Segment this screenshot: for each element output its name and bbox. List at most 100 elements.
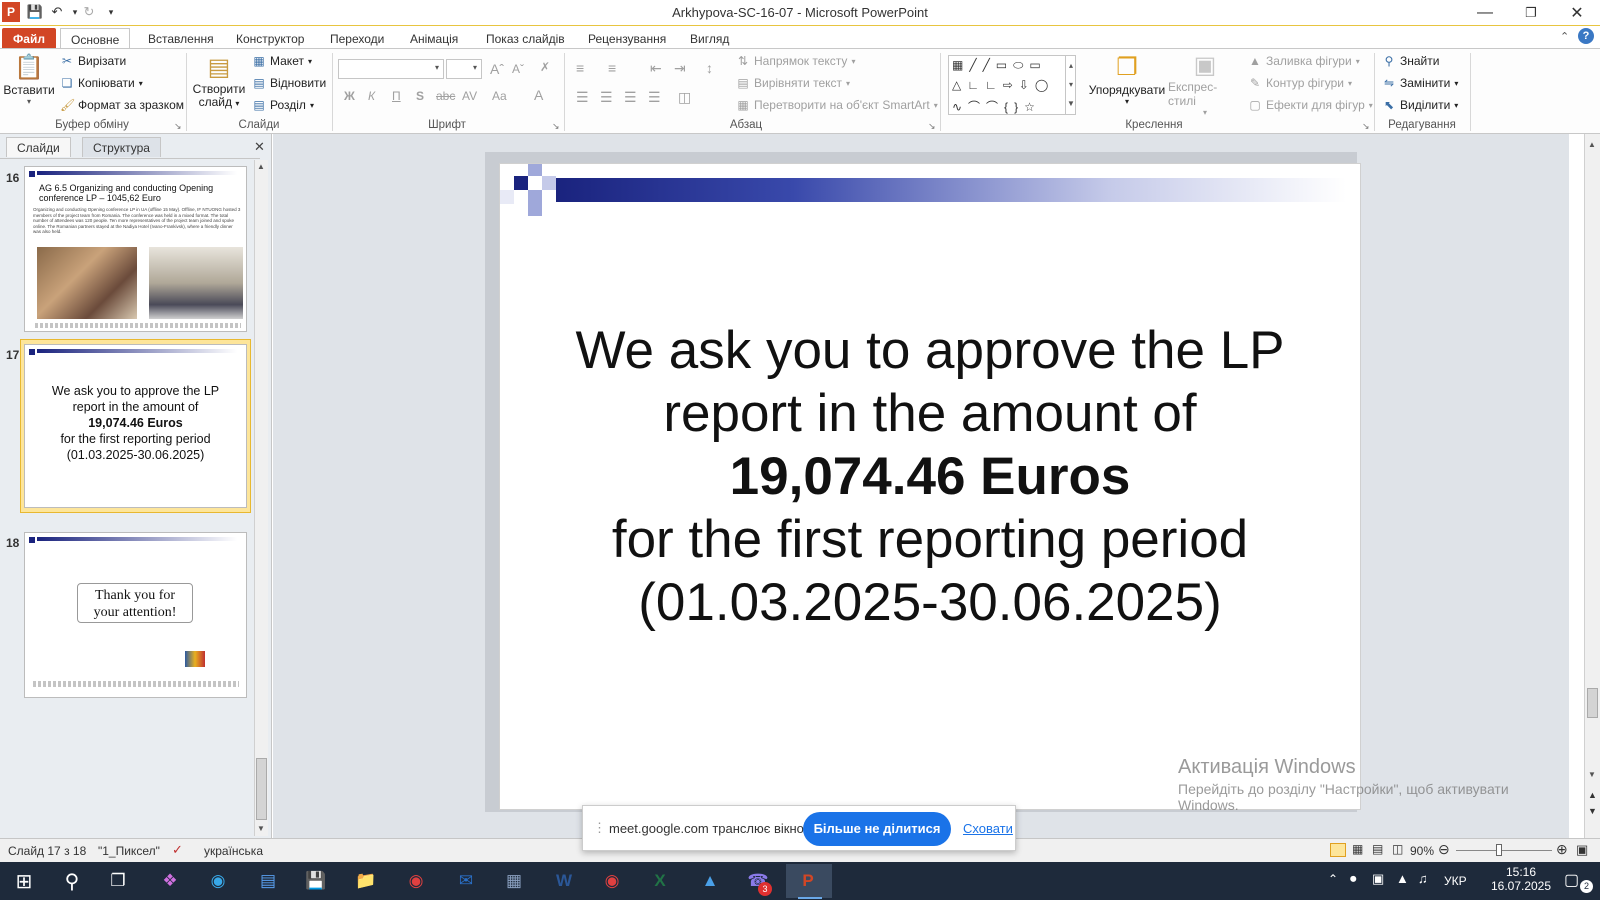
word-icon[interactable]: W — [544, 866, 584, 896]
shape-effects-button[interactable]: ▢ Ефекти для фігур ▾ — [1248, 98, 1372, 112]
slide-thumbnail-16[interactable]: AG 6.5 Organizing and conducting Opening… — [24, 166, 247, 332]
line-spacing-icon[interactable]: ↕ — [706, 60, 713, 76]
section-button[interactable]: ▤ Розділ ▾ — [252, 98, 314, 112]
strikethrough-button[interactable]: abc — [436, 89, 455, 103]
tab-transitions[interactable]: Переходи — [320, 28, 394, 48]
pane-scrollbar[interactable]: ▲ ▼ — [254, 160, 268, 836]
zoom-in-icon[interactable]: ⊕ — [1556, 841, 1568, 858]
powerpoint-taskbar-icon[interactable]: P — [788, 866, 828, 896]
align-left-icon[interactable]: ☰ — [576, 89, 589, 106]
photos-icon[interactable]: ▲ — [690, 866, 730, 896]
cut-button[interactable]: ✂ Вирізати — [60, 54, 126, 68]
zoom-out-icon[interactable]: ⊖ — [1438, 841, 1450, 858]
clear-formatting-icon[interactable]: ✗ — [540, 60, 550, 74]
new-slide-button[interactable]: ▤ Створити слайд ▾ — [192, 51, 246, 117]
current-slide[interactable]: We ask you to approve the LP report in t… — [499, 163, 1361, 810]
zoom-level[interactable]: 90% — [1410, 844, 1434, 858]
italic-button[interactable]: К — [368, 89, 375, 103]
font-color-button[interactable]: A — [534, 87, 543, 103]
slide-thumbnail-18[interactable]: Thank you for your attention! — [24, 532, 247, 698]
close-icon[interactable]: ✕ — [1554, 0, 1600, 26]
align-right-icon[interactable]: ☰ — [624, 89, 637, 106]
shadow-button[interactable]: S — [416, 89, 424, 103]
chrome-profile-icon[interactable]: ◉ — [592, 866, 632, 896]
hide-link[interactable]: Сховати — [963, 821, 1013, 836]
align-center-icon[interactable]: ☰ — [600, 89, 613, 106]
excel-icon[interactable]: X — [640, 866, 680, 896]
scroll-thumb[interactable] — [1587, 688, 1598, 718]
normal-view-icon[interactable] — [1330, 843, 1346, 857]
scroll-up-icon[interactable]: ▲ — [257, 162, 265, 171]
tab-review[interactable]: Рецензування — [578, 28, 676, 48]
shapes-scroll[interactable]: ▴ ▾ ▼ — [1065, 56, 1076, 114]
scroll-down-icon[interactable]: ▼ — [257, 824, 265, 833]
search-icon[interactable]: ⚲ — [52, 866, 92, 896]
volume-icon[interactable]: ♫ — [1418, 871, 1428, 886]
notifications-icon[interactable]: ▢ — [1564, 870, 1579, 890]
reading-view-icon[interactable]: ▤ — [1372, 842, 1383, 856]
tab-outline[interactable]: Структура — [82, 137, 161, 157]
edge-icon[interactable]: ◉ — [198, 866, 238, 896]
stop-sharing-button[interactable]: Більше не ділитися — [803, 812, 951, 846]
character-spacing-button[interactable]: AV — [462, 89, 477, 103]
camera-icon[interactable]: ▣ — [1372, 871, 1384, 887]
language-indicator[interactable]: українська — [204, 844, 263, 858]
slide-body-text[interactable]: We ask you to approve the LP report in t… — [500, 319, 1360, 634]
scroll-thumb[interactable] — [256, 758, 267, 820]
tab-home[interactable]: Основне — [60, 28, 131, 48]
calculator-icon[interactable]: ▦ — [494, 866, 534, 896]
microphone-icon[interactable]: ⏺ — [1350, 871, 1357, 887]
file-explorer-icon[interactable]: 📁 — [346, 866, 386, 896]
shapes-gallery[interactable]: ▦╱╱▭⬭▭ △∟∟⇨⇩◯ ∿⌒⌒{}☆ ▴ ▾ ▼ — [948, 55, 1076, 115]
spelling-icon[interactable]: ✓ — [172, 842, 183, 858]
grow-font-icon[interactable]: Aˆ — [490, 61, 504, 77]
font-name-box[interactable]: ▾ — [338, 59, 444, 79]
slide-scrollbar[interactable]: ▲ ▼ ▲ ▼ — [1584, 134, 1600, 838]
keyboard-language[interactable]: УКР — [1444, 874, 1467, 888]
store-icon[interactable]: ▤ — [248, 866, 288, 896]
replace-button[interactable]: ⇋ Замінити ▾ — [1382, 76, 1458, 90]
layout-button[interactable]: ▦ Макет ▾ — [252, 54, 312, 68]
font-size-box[interactable]: ▾ — [446, 59, 482, 79]
paragraph-launcher-icon[interactable]: ↘ — [928, 121, 936, 132]
select-button[interactable]: ⬉ Виділити ▾ — [1382, 98, 1458, 112]
next-slide-icon[interactable]: ▼ — [1588, 806, 1597, 816]
tab-view[interactable]: Вигляд — [680, 28, 739, 48]
quick-styles-button[interactable]: ▣ Експрес-стилі ▾ — [1168, 51, 1242, 117]
shape-outline-button[interactable]: ✎ Контур фігури ▾ — [1248, 76, 1352, 90]
zoom-slider-handle[interactable] — [1496, 844, 1502, 856]
network-icon[interactable]: ▲ — [1396, 871, 1409, 886]
slide-thumbnail-17[interactable]: We ask you to approve the LP report in t… — [24, 344, 247, 508]
tab-slide-show[interactable]: Показ слайдів — [476, 28, 575, 48]
zoom-slider-track[interactable] — [1456, 850, 1552, 851]
drawing-launcher-icon[interactable]: ↘ — [1362, 121, 1370, 132]
drag-handle-icon[interactable]: ⋮ — [593, 820, 606, 836]
underline-button[interactable]: П — [392, 89, 401, 103]
restore-icon[interactable]: ❐ — [1508, 0, 1554, 26]
tab-animations[interactable]: Анімація — [400, 28, 468, 48]
bullets-icon[interactable]: ≡ — [576, 60, 584, 76]
tab-file[interactable]: Файл — [2, 28, 56, 48]
chrome-icon[interactable]: ◉ — [396, 866, 436, 896]
tab-slides[interactable]: Слайди — [6, 137, 71, 157]
shrink-font-icon[interactable]: Aˇ — [512, 62, 524, 76]
tab-design[interactable]: Конструктор — [226, 28, 314, 48]
floppy-app-icon[interactable]: 💾 — [296, 866, 336, 896]
previous-slide-icon[interactable]: ▲ — [1588, 790, 1597, 800]
copilot-icon[interactable]: ❖ — [150, 866, 190, 896]
scroll-up-icon[interactable]: ▲ — [1588, 140, 1596, 149]
copy-button[interactable]: ❏ Копіювати ▾ — [60, 76, 143, 90]
help-icon[interactable]: ? — [1578, 28, 1594, 44]
show-hidden-icons-icon[interactable]: ⌃ — [1328, 872, 1338, 886]
find-button[interactable]: ⚲ Знайти — [1382, 54, 1440, 68]
slide-sorter-icon[interactable]: ▦ — [1352, 842, 1363, 856]
numbering-icon[interactable]: ≡ — [608, 60, 616, 76]
shape-fill-button[interactable]: ▲ Заливка фігури ▾ — [1248, 54, 1360, 68]
font-launcher-icon[interactable]: ↘ — [552, 121, 560, 132]
scroll-down-icon[interactable]: ▼ — [1588, 770, 1596, 779]
change-case-button[interactable]: Aa — [492, 89, 507, 103]
convert-smartart-button[interactable]: ▦ Перетворити на об'єкт SmartArt ▾ — [736, 98, 937, 112]
font-size-dropdown-icon[interactable]: ▾ — [473, 63, 477, 72]
close-pane-icon[interactable]: ✕ — [254, 139, 265, 155]
columns-icon[interactable]: ◫ — [678, 89, 691, 106]
